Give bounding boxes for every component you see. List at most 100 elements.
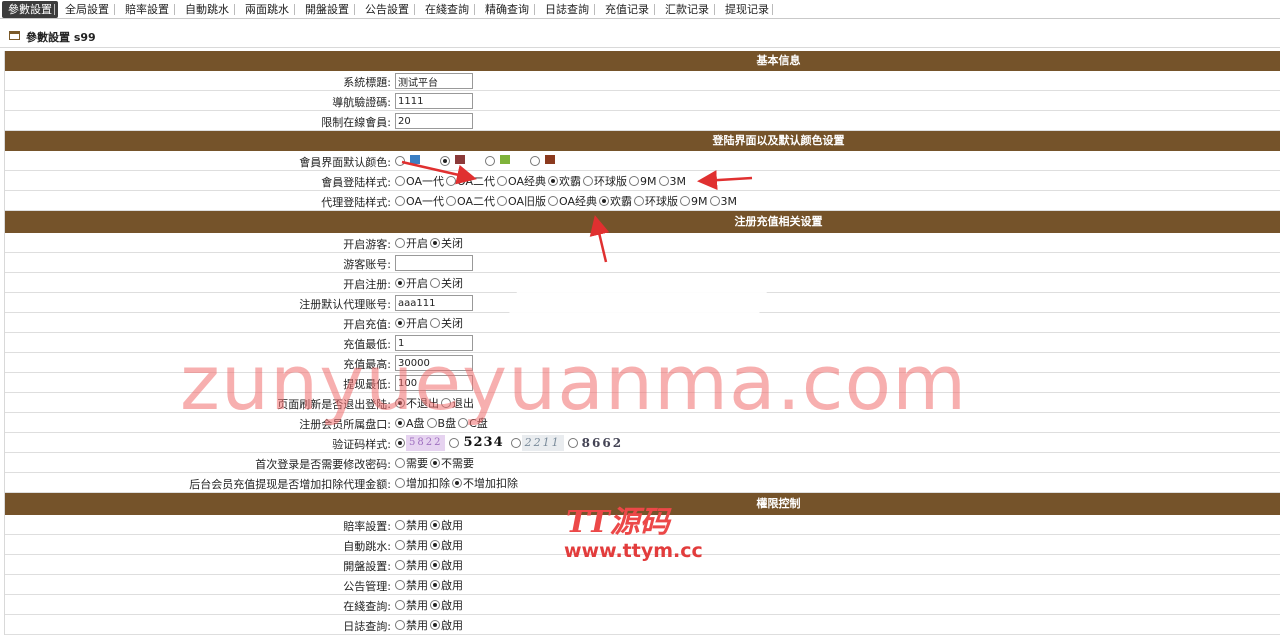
radio-button[interactable] — [458, 418, 469, 428]
radio-button[interactable] — [430, 458, 440, 468]
radio-button[interactable] — [395, 478, 405, 488]
agent-style-option[interactable]: OA旧版 — [497, 193, 546, 209]
recharge-max-input[interactable] — [395, 355, 473, 371]
tab-odds-settings[interactable]: 賠率設置 — [119, 1, 175, 18]
perm-disable-option[interactable]: 禁用 — [395, 597, 428, 613]
perm-disable-option[interactable]: 禁用 — [395, 537, 428, 553]
color-radio-green[interactable] — [485, 156, 495, 166]
radio-button[interactable] — [599, 196, 609, 206]
color-radio-blue[interactable] — [395, 156, 405, 166]
radio-button[interactable] — [548, 196, 558, 206]
tab-log-query[interactable]: 日誌查詢 — [539, 1, 595, 18]
member-style-option[interactable]: 欢霸 — [548, 173, 581, 189]
panel-option-a[interactable]: A盘 — [395, 415, 425, 431]
radio-button[interactable] — [395, 418, 405, 428]
recharge-min-input[interactable] — [395, 335, 473, 351]
agent-style-option[interactable]: OA经典 — [548, 193, 597, 209]
first-no-option[interactable]: 不需要 — [430, 455, 474, 471]
radio-button[interactable] — [430, 620, 440, 630]
member-style-option[interactable]: 3M — [658, 175, 686, 188]
tab-open-settings[interactable]: 開盤設置 — [299, 1, 355, 18]
perm-disable-option[interactable]: 禁用 — [395, 517, 428, 533]
perm-disable-option[interactable]: 禁用 — [395, 577, 428, 593]
perm-enable-option[interactable]: 啟用 — [430, 577, 463, 593]
radio-button[interactable] — [430, 600, 440, 610]
color-radio-brown[interactable] — [530, 156, 540, 166]
perm-disable-option[interactable]: 禁用 — [395, 557, 428, 573]
recharge-on-option[interactable]: 开启 — [395, 315, 428, 331]
radio-button[interactable] — [395, 458, 405, 468]
backend-no-option[interactable]: 不增加扣除 — [452, 475, 518, 491]
member-style-option[interactable]: OA经典 — [497, 173, 546, 189]
radio-button[interactable] — [426, 418, 437, 428]
radio-button[interactable] — [430, 520, 440, 530]
member-style-option[interactable]: 环球版 — [583, 173, 627, 189]
guest-off-option[interactable]: 关闭 — [430, 235, 463, 251]
register-agent-input[interactable] — [395, 295, 473, 311]
tab-precise-query[interactable]: 精确查询 — [479, 1, 535, 18]
refresh-yes-option[interactable]: 退出 — [441, 395, 474, 411]
radio-button[interactable] — [634, 196, 644, 206]
radio-button[interactable] — [709, 196, 720, 206]
online-limit-input[interactable] — [395, 113, 473, 129]
radio-button[interactable] — [430, 580, 440, 590]
tab-param-settings[interactable]: 參數設置 — [2, 1, 58, 18]
perm-disable-option[interactable]: 禁用 — [395, 617, 428, 633]
captcha-radio-4[interactable] — [567, 438, 578, 448]
radio-button[interactable] — [395, 318, 405, 328]
radio-button[interactable] — [497, 176, 507, 186]
radio-button[interactable] — [430, 278, 440, 288]
panel-option-c[interactable]: C盘 — [458, 415, 488, 431]
radio-button[interactable] — [395, 600, 405, 610]
radio-button[interactable] — [395, 620, 405, 630]
perm-enable-option[interactable]: 啟用 — [430, 517, 463, 533]
nav-code-input[interactable] — [395, 93, 473, 109]
radio-button[interactable] — [430, 540, 440, 550]
radio-button[interactable] — [395, 176, 405, 186]
tab-auto-dive[interactable]: 自動跳水 — [179, 1, 235, 18]
tab-recharge-record[interactable]: 充值记录 — [599, 1, 655, 18]
agent-style-option[interactable]: 9M — [680, 195, 708, 208]
withdraw-min-input[interactable] — [395, 375, 473, 391]
radio-button[interactable] — [583, 176, 593, 186]
refresh-no-option[interactable]: 不退出 — [395, 395, 439, 411]
perm-enable-option[interactable]: 啟用 — [430, 597, 463, 613]
radio-button[interactable] — [446, 196, 456, 206]
guest-on-option[interactable]: 开启 — [395, 235, 428, 251]
member-style-option[interactable]: OA一代 — [395, 173, 444, 189]
agent-style-option[interactable]: OA一代 — [395, 193, 444, 209]
agent-style-option[interactable]: 3M — [709, 195, 737, 208]
radio-button[interactable] — [497, 196, 507, 206]
radio-button[interactable] — [395, 580, 405, 590]
agent-style-option[interactable]: 环球版 — [634, 193, 678, 209]
tab-online-query[interactable]: 在綫查詢 — [419, 1, 475, 18]
radio-button[interactable] — [395, 278, 405, 288]
tab-remit-record[interactable]: 汇款记录 — [659, 1, 715, 18]
perm-enable-option[interactable]: 啟用 — [430, 557, 463, 573]
radio-button[interactable] — [430, 238, 440, 248]
agent-style-option[interactable]: 欢霸 — [599, 193, 632, 209]
radio-button[interactable] — [452, 478, 462, 488]
perm-enable-option[interactable]: 啟用 — [430, 537, 463, 553]
radio-button[interactable] — [395, 238, 405, 248]
tab-global-settings[interactable]: 全局設置 — [59, 1, 115, 18]
color-radio-maroon[interactable] — [440, 156, 450, 166]
radio-button[interactable] — [395, 196, 405, 206]
member-style-option[interactable]: 9M — [629, 175, 657, 188]
perm-enable-option[interactable]: 啟用 — [430, 617, 463, 633]
radio-button[interactable] — [395, 560, 405, 570]
first-need-option[interactable]: 需要 — [395, 455, 428, 471]
tab-notice-settings[interactable]: 公告設置 — [359, 1, 415, 18]
member-style-option[interactable]: OA二代 — [446, 173, 495, 189]
radio-button[interactable] — [548, 176, 558, 186]
radio-button[interactable] — [658, 176, 669, 186]
captcha-radio-2[interactable] — [449, 438, 460, 448]
recharge-off-option[interactable]: 关闭 — [430, 315, 463, 331]
radio-button[interactable] — [446, 176, 456, 186]
radio-button[interactable] — [395, 540, 405, 550]
register-on-option[interactable]: 开启 — [395, 275, 428, 291]
radio-button[interactable] — [430, 560, 440, 570]
radio-button[interactable] — [395, 520, 405, 530]
panel-option-b[interactable]: B盘 — [426, 415, 456, 431]
captcha-radio-1[interactable] — [395, 438, 405, 448]
